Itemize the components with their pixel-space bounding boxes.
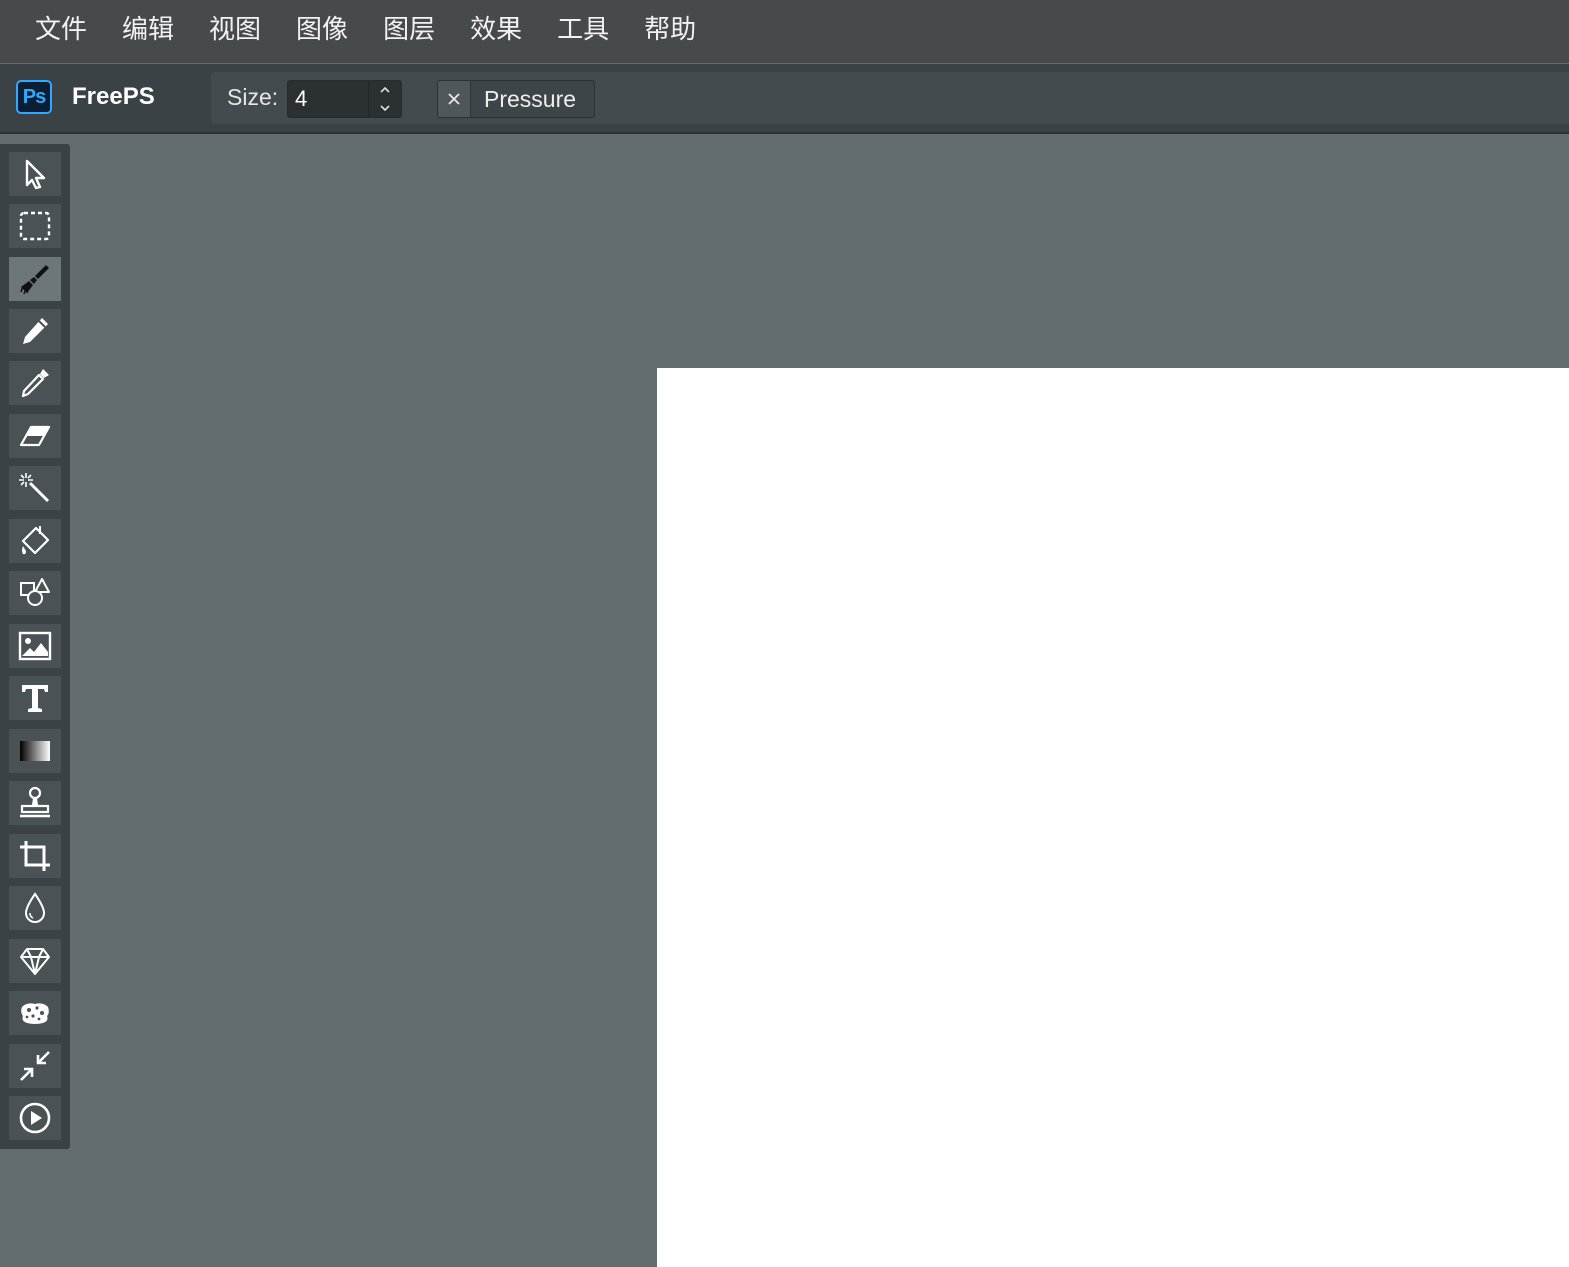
sponge-icon <box>21 1003 49 1024</box>
eraser-icon <box>19 425 51 447</box>
close-icon <box>448 93 460 105</box>
resize-arrows-icon <box>20 1051 50 1081</box>
tool-resize[interactable] <box>9 1044 61 1088</box>
menu-view[interactable]: 视图 <box>196 0 274 63</box>
tool-magic-wand[interactable] <box>9 466 61 510</box>
gradient-icon <box>20 741 50 761</box>
caret-up-icon <box>380 87 390 93</box>
menu-image[interactable]: 图像 <box>283 0 361 63</box>
menu-bar: 文件 编辑 视图 图像 图层 效果 工具 帮助 <box>0 0 1569 63</box>
tool-animation[interactable] <box>9 1096 61 1140</box>
shapes-icon <box>20 578 50 606</box>
tool-sharpen[interactable] <box>9 939 61 983</box>
tool-brush[interactable] <box>9 257 61 301</box>
image-icon <box>18 631 52 661</box>
tool-text[interactable] <box>9 676 61 720</box>
size-input[interactable] <box>288 81 368 117</box>
tool-eyedropper[interactable] <box>9 361 61 405</box>
brush-icon <box>20 265 49 295</box>
tool-gradient[interactable] <box>9 729 61 773</box>
size-spinner <box>368 81 401 117</box>
tools-panel <box>0 144 70 1149</box>
tool-clone-stamp[interactable] <box>9 781 61 825</box>
eyedropper-icon <box>21 369 49 398</box>
canvas-workspace <box>70 136 1569 1267</box>
blur-drop-icon <box>24 892 46 923</box>
menu-layers[interactable]: 图层 <box>370 0 448 63</box>
pencil-icon <box>23 318 48 344</box>
play-animation-icon <box>19 1102 51 1134</box>
crop-icon <box>20 841 50 871</box>
tool-shapes[interactable] <box>9 571 61 615</box>
magic-wand-icon <box>19 473 50 503</box>
size-label: Size: <box>227 84 279 110</box>
menu-effects[interactable]: 效果 <box>457 0 535 63</box>
pressure-label: Pressure <box>484 85 577 112</box>
drawing-canvas[interactable] <box>657 368 1569 1267</box>
tool-select[interactable] <box>9 152 61 196</box>
tool-pencil[interactable] <box>9 309 61 353</box>
fill-bucket-icon <box>21 526 50 555</box>
pressure-toggle[interactable]: Pressure <box>437 80 595 118</box>
menu-edit[interactable]: 编辑 <box>109 0 187 63</box>
tool-attributes-panel: Size: Pressure <box>211 72 1569 124</box>
attributes-toolbar: Ps FreePS Size: Pressure <box>0 64 1569 134</box>
marquee-select-icon <box>19 211 51 241</box>
app-logo-icon: Ps <box>16 80 52 114</box>
menu-file[interactable]: 文件 <box>22 0 100 63</box>
clone-stamp-icon <box>20 786 50 818</box>
text-icon <box>22 685 48 712</box>
select-icon <box>25 159 46 190</box>
tool-crop[interactable] <box>9 834 61 878</box>
tool-eraser[interactable] <box>9 414 61 458</box>
tool-sponge[interactable] <box>9 991 61 1035</box>
brand: Ps FreePS <box>16 80 155 114</box>
app-name: FreePS <box>72 83 155 110</box>
tool-image[interactable] <box>9 624 61 668</box>
caret-down-icon <box>380 105 390 111</box>
tool-marquee-select[interactable] <box>9 204 61 248</box>
size-increment-button[interactable] <box>369 81 401 99</box>
menu-help[interactable]: 帮助 <box>631 0 709 63</box>
tool-blur[interactable] <box>9 886 61 930</box>
menu-tools[interactable]: 工具 <box>544 0 622 63</box>
pressure-off-icon <box>438 81 471 117</box>
size-decrement-button[interactable] <box>369 99 401 117</box>
size-stepper <box>287 80 402 118</box>
tool-fill-bucket[interactable] <box>9 519 61 563</box>
sharpen-diamond-icon <box>20 948 50 975</box>
